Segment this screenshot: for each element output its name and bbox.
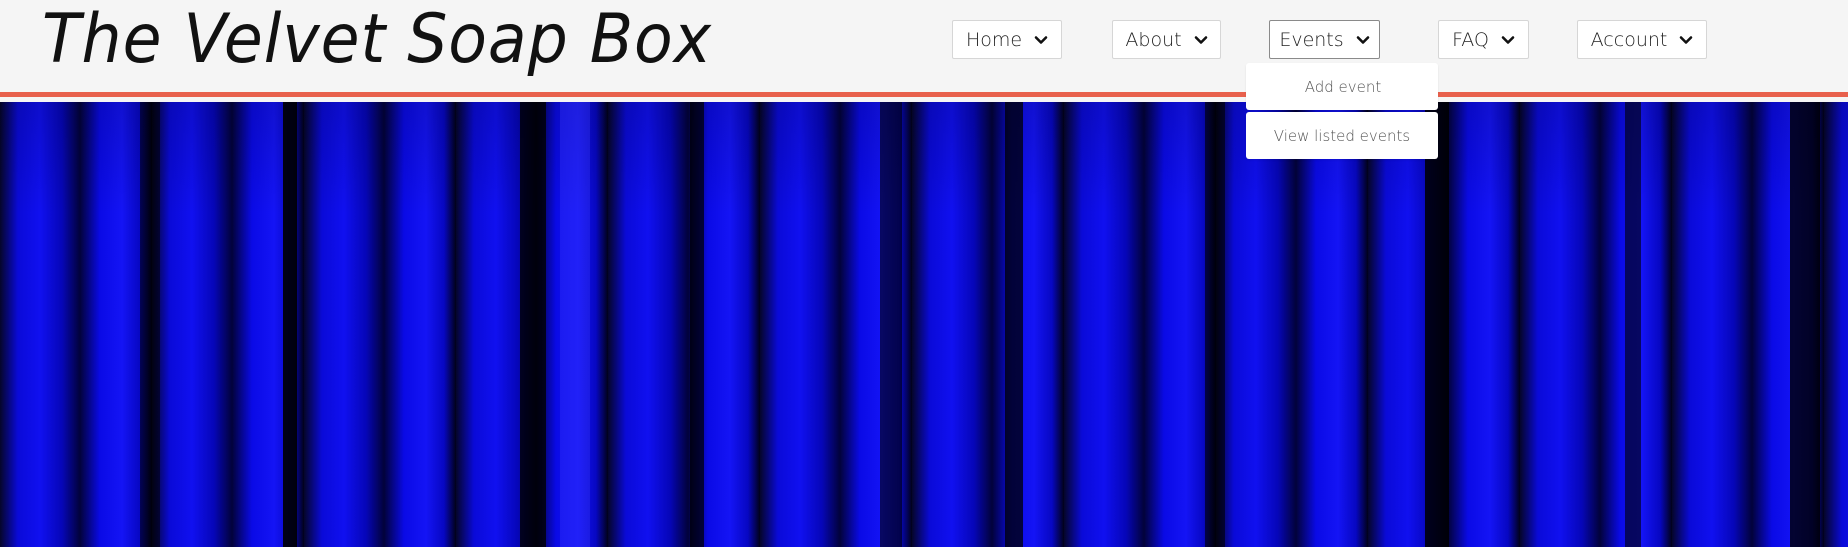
- site-header: The Velvet Soap Box Home About Events FA…: [0, 0, 1848, 97]
- nav-about-button[interactable]: About: [1112, 20, 1221, 59]
- nav-account-label: Account: [1590, 28, 1668, 51]
- nav-faq-label: FAQ: [1452, 28, 1489, 51]
- menu-item-view-listed-events[interactable]: View listed events: [1246, 112, 1438, 159]
- nav-about-label: About: [1125, 28, 1182, 51]
- nav-home-button[interactable]: Home: [952, 20, 1062, 59]
- chevron-down-icon: [1194, 35, 1207, 44]
- events-dropdown-menu: Add event View listed events: [1246, 63, 1438, 159]
- site-title[interactable]: The Velvet Soap Box: [42, 0, 712, 79]
- nav-home-label: Home: [965, 28, 1023, 51]
- chevron-down-icon: [1501, 35, 1515, 44]
- nav-events-label: Events: [1279, 28, 1344, 51]
- menu-item-add-event[interactable]: Add event: [1246, 63, 1438, 110]
- chevron-down-icon: [1356, 35, 1369, 44]
- nav-account-button[interactable]: Account: [1577, 20, 1707, 59]
- curtain-folds: [140, 102, 1820, 547]
- velvet-curtain-hero: [0, 102, 1848, 547]
- chevron-down-icon: [1680, 35, 1693, 44]
- chevron-down-icon: [1034, 35, 1048, 44]
- nav-faq-button[interactable]: FAQ: [1438, 20, 1529, 59]
- nav-events-button[interactable]: Events: [1269, 20, 1380, 59]
